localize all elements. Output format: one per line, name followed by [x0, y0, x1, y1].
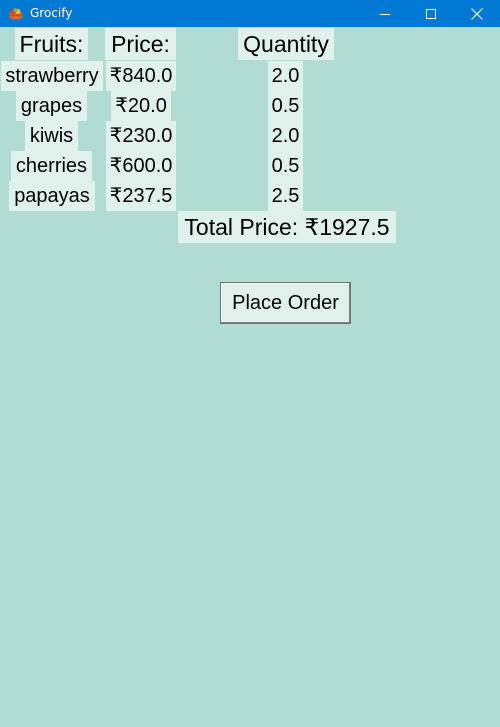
fruit-quantity: 2.0 [268, 61, 303, 91]
fruits-header: Fruits: [15, 28, 88, 60]
fruit-price: ₹237.5 [106, 181, 176, 211]
fruit-quantity: 0.5 [268, 151, 303, 181]
grocery-basket-icon [9, 8, 23, 20]
fruit-quantity: 2.0 [268, 121, 303, 151]
fruit-price: ₹230.0 [106, 121, 176, 151]
minimize-button[interactable] [362, 0, 408, 27]
maximize-button[interactable] [408, 0, 454, 27]
fruit-name: cherries [11, 151, 92, 181]
price-header: Price: [105, 28, 176, 60]
fruit-quantity: 2.5 [268, 181, 303, 211]
close-button[interactable] [454, 0, 500, 27]
place-order-button[interactable]: Place Order [220, 282, 351, 324]
minimize-icon [380, 13, 390, 15]
fruit-name: kiwis [25, 121, 78, 151]
quantity-header: Quantity [238, 28, 334, 60]
fruit-price: ₹20.0 [111, 91, 171, 121]
fruit-quantity: 0.5 [268, 91, 303, 121]
fruit-name: papayas [9, 181, 95, 211]
fruit-name: grapes [16, 91, 87, 121]
close-icon [471, 7, 483, 20]
fruit-price: ₹600.0 [106, 151, 176, 181]
total-price: Total Price: ₹1927.5 [178, 211, 396, 243]
fruit-price: ₹840.0 [106, 61, 176, 91]
maximize-icon [426, 8, 436, 19]
window-title: Grocify [30, 6, 73, 20]
title-bar[interactable]: Grocify [0, 0, 500, 27]
fruit-name: strawberry [1, 61, 103, 91]
